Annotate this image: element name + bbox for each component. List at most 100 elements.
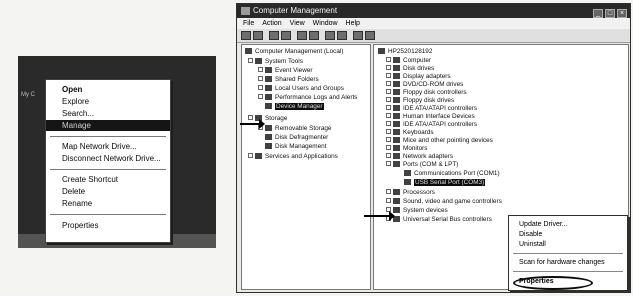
menu-separator xyxy=(50,136,166,137)
device-icon xyxy=(393,89,400,95)
device-node[interactable]: Universal Serial Bus controllers xyxy=(386,215,492,224)
event-viewer-icon xyxy=(265,67,272,73)
expand-icon[interactable] xyxy=(386,137,391,142)
device-node[interactable]: HP2520128192 xyxy=(378,47,432,56)
highlight-oval xyxy=(513,276,593,290)
menu-item-search[interactable]: Search... xyxy=(46,108,170,119)
performance-icon xyxy=(265,94,272,100)
menu-separator xyxy=(513,271,623,272)
tree-node[interactable]: Local Users and Groups xyxy=(258,84,344,93)
menu-item-uninstall[interactable]: Uninstall xyxy=(509,240,627,250)
properties-icon[interactable] xyxy=(297,31,307,40)
expand-icon[interactable] xyxy=(386,97,391,102)
collapse-icon[interactable] xyxy=(386,161,391,166)
device-icon xyxy=(393,81,400,87)
export-icon[interactable] xyxy=(337,31,347,40)
menu-item-create-shortcut[interactable]: Create Shortcut xyxy=(46,174,170,185)
menu-window[interactable]: Window xyxy=(313,20,338,27)
device-icon xyxy=(393,65,400,71)
keyboard-icon xyxy=(393,129,400,135)
device-node[interactable]: Communications Port (COM1) xyxy=(404,169,500,178)
desktop-label: My C xyxy=(21,92,35,98)
menu-item-disable[interactable]: Disable xyxy=(509,230,627,240)
expand-icon[interactable] xyxy=(386,65,391,70)
tree-node[interactable]: Storage xyxy=(248,114,287,123)
menu-item-update-driver[interactable]: Update Driver... xyxy=(509,220,627,230)
removable-storage-icon xyxy=(265,125,272,131)
expand-icon[interactable] xyxy=(258,94,263,99)
expand-icon[interactable] xyxy=(386,73,391,78)
menu-file[interactable]: File xyxy=(243,20,254,27)
expand-icon[interactable] xyxy=(386,81,391,86)
users-icon xyxy=(265,85,272,91)
close-icon[interactable]: × xyxy=(617,9,627,18)
device-icon xyxy=(393,121,400,127)
mouse-icon xyxy=(393,137,400,143)
collapse-icon[interactable] xyxy=(248,58,253,63)
menu-help[interactable]: Help xyxy=(346,20,360,27)
menu-item-delete[interactable]: Delete xyxy=(46,186,170,197)
device-icon xyxy=(393,73,400,79)
up-icon[interactable] xyxy=(269,31,279,40)
tree-node[interactable]: Disk Management xyxy=(265,142,327,151)
tree-node[interactable]: Disk Defragmenter xyxy=(265,133,328,142)
tree-node[interactable]: Performance Logs and Alerts xyxy=(258,93,357,102)
menu-separator xyxy=(513,253,623,254)
tree-node[interactable]: Computer Management (Local) xyxy=(245,47,343,56)
tree-node[interactable]: Shared Folders xyxy=(258,75,319,84)
maximize-icon[interactable]: □ xyxy=(605,9,615,18)
device-node-usb-serial-port[interactable]: USB Serial Port (COM3) xyxy=(404,178,486,187)
menu-item-open[interactable]: Open xyxy=(46,84,170,95)
show-tree-icon[interactable] xyxy=(281,31,291,40)
expand-icon[interactable] xyxy=(386,113,391,118)
tree-node[interactable]: Services and Applications xyxy=(248,152,338,161)
monitor-icon xyxy=(393,145,400,151)
back-icon[interactable] xyxy=(241,31,251,40)
window-title: Computer Management xyxy=(253,6,338,15)
expand-icon[interactable] xyxy=(258,76,263,81)
menu-view[interactable]: View xyxy=(290,20,305,27)
tree-node[interactable]: Event Viewer xyxy=(258,66,313,75)
tree-node[interactable]: System Tools xyxy=(248,57,303,66)
sound-icon xyxy=(393,198,400,204)
expand-icon[interactable] xyxy=(386,145,391,150)
device-icon[interactable] xyxy=(365,31,375,40)
computer-icon xyxy=(378,48,385,54)
menu-item-properties[interactable]: Properties xyxy=(46,220,170,231)
menu-item-rename[interactable]: Rename xyxy=(46,198,170,209)
expand-icon[interactable] xyxy=(386,129,391,134)
expand-icon[interactable] xyxy=(386,153,391,158)
expand-icon[interactable] xyxy=(386,198,391,203)
menu-item-disconnect-network-drive[interactable]: Disconnect Network Drive... xyxy=(46,153,170,164)
menu-item-scan-hardware[interactable]: Scan for hardware changes xyxy=(509,258,627,268)
menu-item-manage[interactable]: Manage xyxy=(46,120,170,131)
collapse-icon[interactable] xyxy=(248,115,253,120)
minimize-icon[interactable]: _ xyxy=(593,9,603,18)
device-node[interactable]: Processors xyxy=(386,188,435,197)
refresh-icon[interactable] xyxy=(325,31,335,40)
context-menu: Open Explore Search... Manage Map Networ… xyxy=(45,79,171,243)
menu-item-map-network-drive[interactable]: Map Network Drive... xyxy=(46,141,170,152)
port-icon xyxy=(393,161,400,167)
device-context-menu: Update Driver... Disable Uninstall Scan … xyxy=(508,215,628,291)
expand-icon[interactable] xyxy=(258,85,263,90)
help-icon[interactable] xyxy=(309,31,319,40)
tree-node[interactable]: Removable Storage xyxy=(258,124,331,133)
expand-icon[interactable] xyxy=(386,189,391,194)
port-icon xyxy=(404,170,411,176)
forward-icon[interactable] xyxy=(253,31,263,40)
expand-icon[interactable] xyxy=(386,57,391,62)
expand-icon[interactable] xyxy=(248,153,253,158)
expand-icon[interactable] xyxy=(386,89,391,94)
tree-node-device-manager[interactable]: Device Manager xyxy=(265,102,324,111)
scan-icon[interactable] xyxy=(353,31,363,40)
expand-icon[interactable] xyxy=(386,121,391,126)
folder-icon xyxy=(265,76,272,82)
device-node[interactable]: Sound, video and game controllers xyxy=(386,197,502,206)
expand-icon[interactable] xyxy=(386,105,391,110)
menu-action[interactable]: Action xyxy=(262,20,281,27)
menu-item-explore[interactable]: Explore xyxy=(46,96,170,107)
device-node[interactable]: System devices xyxy=(386,206,448,215)
device-node[interactable]: Ports (COM & LPT) xyxy=(386,160,458,169)
expand-icon[interactable] xyxy=(258,67,263,72)
